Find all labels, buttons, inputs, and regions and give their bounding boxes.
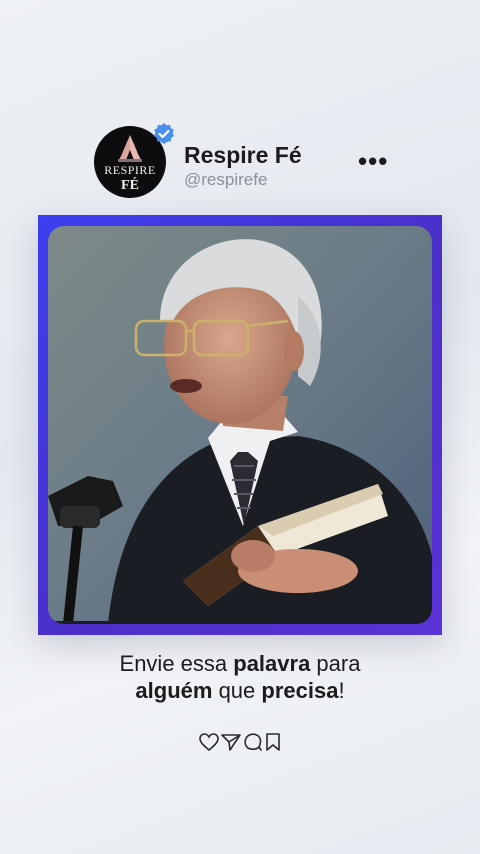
post-header: RESPIRE FÉ Respire Fé @respirefe ••• <box>94 122 394 200</box>
caption-text: que <box>212 678 262 703</box>
profile-handle[interactable]: @respirefe <box>184 170 267 190</box>
caption-bold-precisa: precisa <box>261 678 339 703</box>
more-options-icon[interactable]: ••• <box>358 146 388 177</box>
verified-badge-icon <box>154 123 174 144</box>
preacher-photo <box>48 226 432 624</box>
heart-icon[interactable] <box>199 733 219 751</box>
caption-text: para <box>310 651 361 676</box>
profile-name[interactable]: Respire Fé <box>184 142 302 169</box>
avatar-text-top: RESPIRE <box>104 163 156 177</box>
post-image[interactable] <box>48 226 432 624</box>
avatar-text-bottom: FÉ <box>121 178 139 193</box>
caption-text: Envie essa <box>119 651 234 676</box>
send-icon[interactable] <box>221 733 241 751</box>
praying-hands-icon <box>118 135 142 162</box>
comment-icon[interactable] <box>243 733 263 751</box>
caption-bold-alguem: alguém <box>135 678 213 703</box>
caption-bold-palavra: palavra <box>233 651 311 676</box>
action-bar <box>199 733 283 753</box>
post-caption: Envie essa palavra para alguém que preci… <box>0 650 480 704</box>
caption-text: ! <box>338 678 345 703</box>
bookmark-icon[interactable] <box>265 733 281 751</box>
